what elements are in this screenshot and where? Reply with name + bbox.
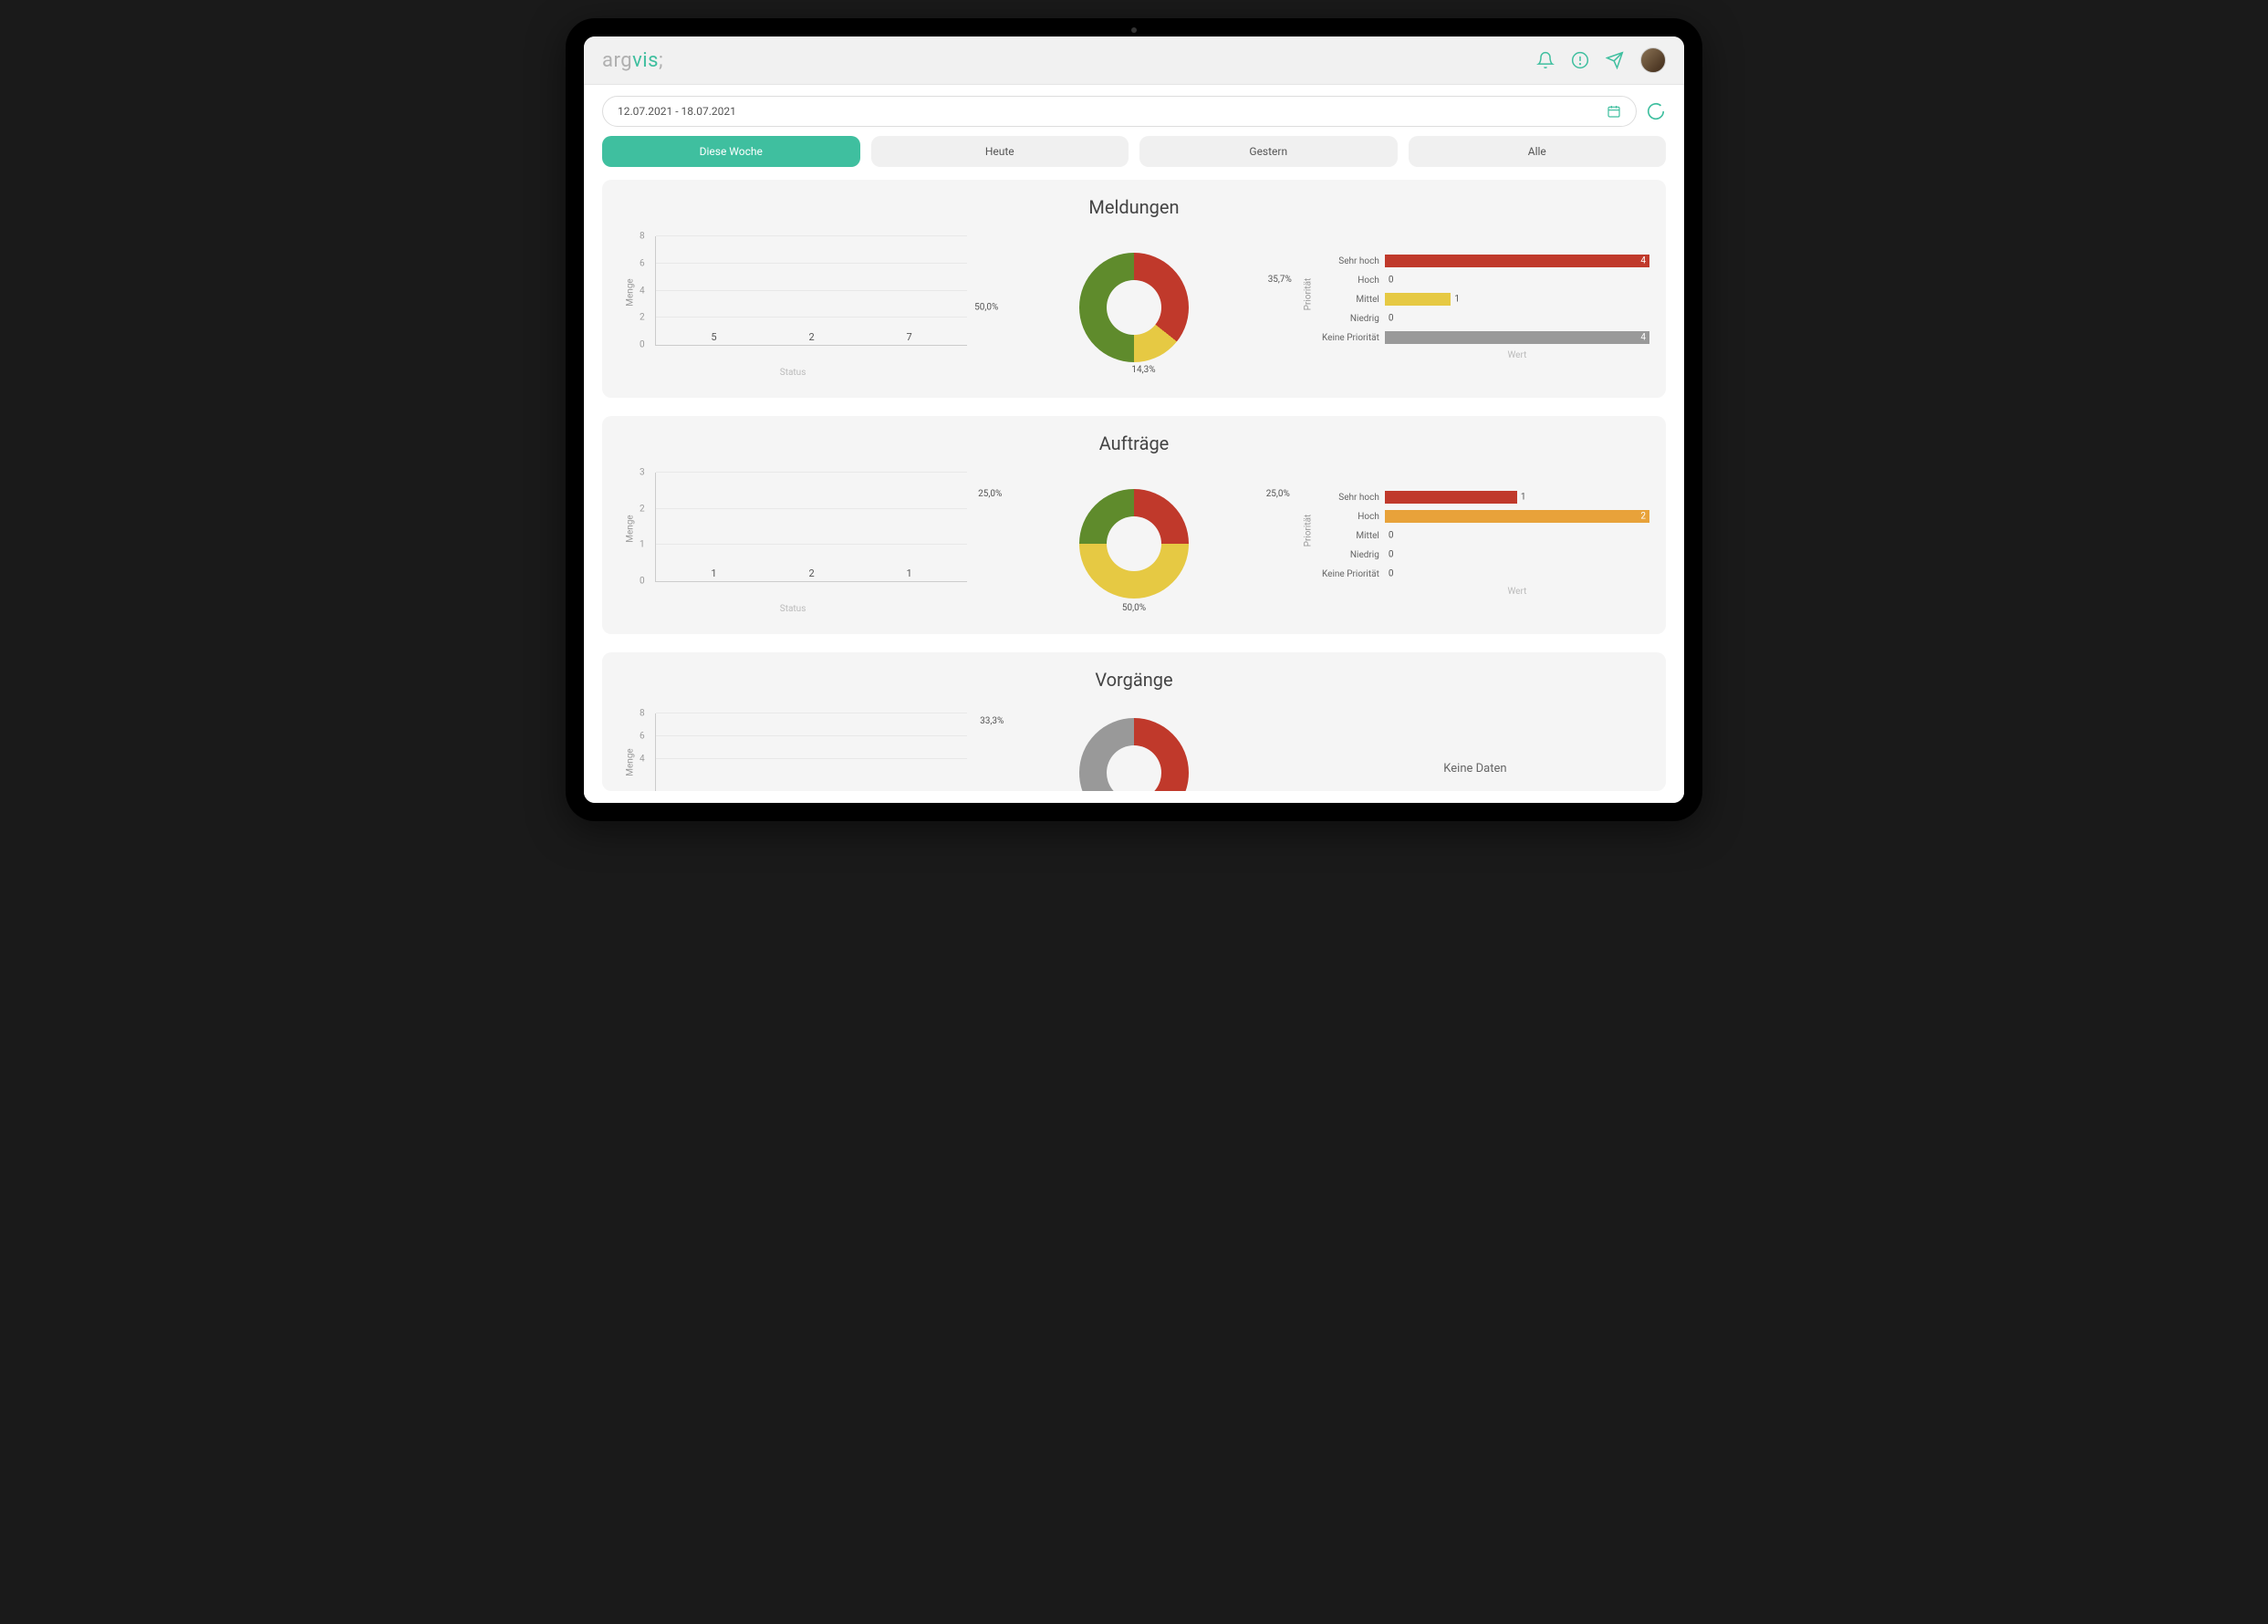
bar: 2 [789,331,835,345]
bar-xlabel: Status [619,368,967,378]
donut-label: 35,7% [1268,275,1292,285]
donut-label: 14,3% [1131,365,1155,375]
refresh-icon[interactable] [1646,101,1666,121]
bar-xlabel: Status [619,604,967,614]
logo-part-semi: ; [659,49,663,72]
calendar-icon[interactable] [1607,104,1621,119]
logo-part-vis: vis [632,49,659,72]
hbar-row: Hoch0 [1310,273,1649,287]
hbar-row: Mittel1 [1310,292,1649,307]
date-range-input[interactable]: 12.07.2021 - 18.07.2021 [602,96,1637,127]
hbar-row: Sehr hoch4 [1310,254,1649,268]
hbar-row: Hoch2 [1310,509,1649,524]
bar: 2 [789,567,835,581]
donut-label: 50,0% [1122,603,1146,613]
donut-chart-auftraege: 25,0% 50,0% 25,0% [994,489,1274,599]
tab-diese-woche[interactable]: Diese Woche [602,136,860,167]
donut-label: 25,0% [978,489,1002,499]
bell-icon[interactable] [1536,51,1555,69]
card-grid: Menge 4 6 8 6 3 [619,709,1649,791]
hbar-row: Mittel0 [1310,528,1649,543]
tab-alle[interactable]: Alle [1409,136,1667,167]
tab-label: Gestern [1249,145,1287,158]
hbar-row: Keine Priorität0 [1310,567,1649,581]
send-icon[interactable] [1606,51,1624,69]
app-screen: argvis; 12.07.2021 - 18.07.2021 [584,36,1684,803]
bar: 5 [692,331,737,345]
tab-label: Heute [985,145,1014,158]
tab-heute[interactable]: Heute [871,136,1129,167]
bar: 1 [887,567,932,581]
donut-label: 50,0% [974,302,998,312]
hbar-ylabel: Priorität [1303,514,1313,547]
hbar-row: Niedrig0 [1310,547,1649,562]
hbar-xlabel: Wert [1310,350,1649,360]
content-area[interactable]: 12.07.2021 - 18.07.2021 Diese Woche Heut… [584,85,1684,803]
hbar-ylabel: Priorität [1303,277,1313,310]
donut-label: 25,0% [1266,489,1290,499]
bar-chart-vorgaenge: Menge 4 6 8 6 3 [619,713,967,791]
card-auftraege: Aufträge Menge 0 1 2 3 [602,416,1666,634]
bar-ylabel: Menge [626,748,636,776]
device-camera [1131,27,1137,33]
tab-label: Diese Woche [700,145,763,158]
date-range-text: 12.07.2021 - 18.07.2021 [618,105,736,118]
device-frame: argvis; 12.07.2021 - 18.07.2021 [566,18,1702,821]
logo-part-arg: arg [602,49,632,72]
avatar[interactable] [1640,47,1666,73]
card-grid: Menge 0 1 2 3 1 2 1 [619,473,1649,614]
card-grid: Menge 0 2 4 6 8 5 [619,236,1649,378]
hbar-row: Sehr hoch1 [1310,490,1649,505]
donut-chart-vorgaenge: 33,3% [994,718,1274,791]
donut-label: 33,3% [980,716,1004,726]
donut-chart-meldungen: 35,7% 14,3% 50,0% [994,253,1274,362]
tab-label: Alle [1528,145,1546,158]
bar: 7 [887,331,932,345]
card-vorgaenge: Vorgänge Menge 4 6 8 6 [602,652,1666,791]
range-tabs: Diese Woche Heute Gestern Alle [602,136,1666,167]
bar-chart-auftraege: Menge 0 1 2 3 1 2 1 [619,473,967,614]
card-title: Aufträge [619,432,1649,454]
bar-ylabel: Menge [626,515,636,542]
no-data-label: Keine Daten [1301,762,1649,776]
card-meldungen: Meldungen Menge 0 2 4 6 8 [602,180,1666,398]
hbar-row: Niedrig0 [1310,311,1649,326]
bar-ylabel: Menge [626,278,636,306]
bar: 1 [692,567,737,581]
hbar-row: Keine Priorität4 [1310,330,1649,345]
hbar-chart-auftraege: Priorität Sehr hoch1 Hoch2 Mittel0 Niedr… [1301,490,1649,597]
app-logo: argvis; [602,49,663,72]
tab-gestern[interactable]: Gestern [1139,136,1398,167]
card-title: Meldungen [619,196,1649,218]
date-filter-row: 12.07.2021 - 18.07.2021 [602,96,1666,127]
card-title: Vorgänge [619,669,1649,691]
alert-circle-icon[interactable] [1571,51,1589,69]
hbar-chart-meldungen: Priorität Sehr hoch4 Hoch0 Mittel1 Niedr… [1301,254,1649,360]
app-header: argvis; [584,36,1684,85]
bar-chart-meldungen: Menge 0 2 4 6 8 5 [619,236,967,378]
hbar-xlabel: Wert [1310,587,1649,597]
header-actions [1536,47,1666,73]
